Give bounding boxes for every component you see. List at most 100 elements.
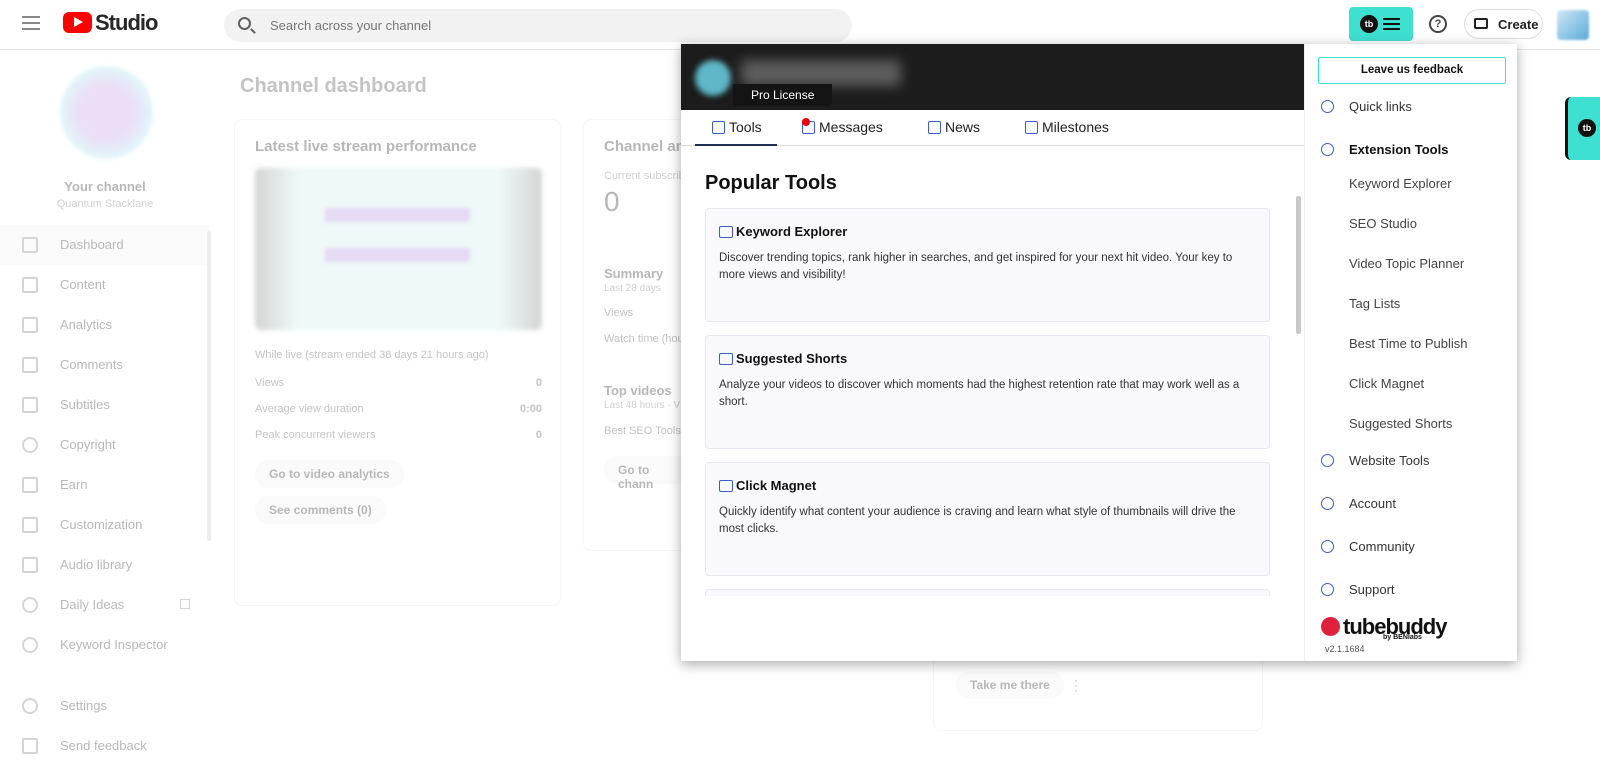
sidebar-item-label: Send feedback xyxy=(60,738,147,753)
account-avatar[interactable] xyxy=(1557,10,1589,40)
stat-row: Views 0 xyxy=(255,377,542,389)
subs-label: Current subscrib xyxy=(604,170,685,182)
section-heading: Popular Tools xyxy=(705,172,837,194)
menu-label: Community xyxy=(1349,539,1415,554)
search-icon[interactable] xyxy=(238,17,251,30)
sidebar-item-copyright[interactable]: Copyright xyxy=(0,425,210,465)
popup-menu: Leave us feedback Quick links Extension … xyxy=(1304,44,1517,661)
tool-description: Quickly identify what content your audie… xyxy=(719,506,1236,535)
search-bar[interactable] xyxy=(224,9,852,42)
menu-label: Extension Tools xyxy=(1349,142,1449,157)
sidebar-item-label: Earn xyxy=(60,477,88,492)
go-to-channel-analytics-button[interactable]: Go to chann xyxy=(604,456,693,491)
copyright-icon xyxy=(22,437,38,453)
studio-brand[interactable]: Studio xyxy=(95,10,158,36)
video-plus-icon xyxy=(1474,18,1488,29)
tool-card-keyword-explorer[interactable]: Keyword Explorer Discover trending topic… xyxy=(705,208,1270,322)
sidebar-item-keyword-inspector[interactable]: Keyword Inspector xyxy=(0,625,210,665)
tab-milestones[interactable]: Milestones xyxy=(1025,110,1115,146)
stat-value: 0 xyxy=(535,429,542,441)
channel-name: Quantum Stacklane xyxy=(56,198,154,210)
popup-scrollbar[interactable] xyxy=(1296,196,1301,334)
create-button[interactable]: Create xyxy=(1464,9,1543,39)
telescope-icon xyxy=(719,226,733,238)
shorts-icon xyxy=(719,353,733,365)
stat-label: Views xyxy=(255,377,285,389)
menu-tool-suggested-shorts[interactable]: Suggested Shorts xyxy=(1349,416,1452,431)
sidebar-item-label: Content xyxy=(60,277,106,292)
sidebar-item-analytics[interactable]: Analytics xyxy=(0,305,210,345)
channel-avatar xyxy=(695,60,731,96)
menu-tool-tag-lists[interactable]: Tag Lists xyxy=(1349,296,1400,311)
sidebar-item-settings[interactable]: Settings xyxy=(0,686,210,726)
tab-messages[interactable]: Messages xyxy=(802,110,892,146)
take-me-there-button[interactable]: Take me there xyxy=(956,671,1064,699)
menu-tool-best-time-to-publish[interactable]: Best Time to Publish xyxy=(1349,336,1468,351)
sidebar-item-dashboard[interactable]: Dashboard xyxy=(0,225,210,265)
tool-description: Analyze your videos to discover which mo… xyxy=(719,379,1240,408)
sidebar-item-label: Audio library xyxy=(60,557,133,572)
help-icon[interactable]: ? xyxy=(1429,15,1447,33)
channel-name-blurred xyxy=(741,60,901,86)
sidebar-item-daily-ideas[interactable]: Daily Ideas xyxy=(0,585,210,625)
tubebuddy-logo-icon: tb xyxy=(1578,119,1596,137)
tool-title: Click Magnet xyxy=(736,478,817,493)
summary-sub: Last 28 days xyxy=(604,283,661,294)
youtube-logo-icon[interactable] xyxy=(63,12,92,33)
community-icon xyxy=(1321,540,1334,553)
stat-row: Average view duration 0:00 xyxy=(255,403,542,415)
menu-label: Support xyxy=(1349,582,1395,597)
top-bar: Studio tb ? Create xyxy=(0,0,1600,50)
top-videos-sub: Last 48 hours · V xyxy=(604,400,681,411)
live-stream-card: Latest live stream performance While liv… xyxy=(234,119,561,606)
menu-tool-seo-studio[interactable]: SEO Studio xyxy=(1349,216,1417,231)
sidebar-item-label: Comments xyxy=(60,357,123,372)
tool-card-partial[interactable] xyxy=(705,589,1270,596)
popup-header: Pro License xyxy=(681,44,1304,110)
version-label: v2.1.1684 xyxy=(1325,644,1365,654)
tab-label: News xyxy=(945,119,981,135)
sidebar-item-send-feedback[interactable]: Send feedback xyxy=(0,726,210,766)
search-input[interactable] xyxy=(270,9,830,42)
menu-label: Account xyxy=(1349,496,1396,511)
sidebar-item-comments[interactable]: Comments xyxy=(0,345,210,385)
subs-value: 0 xyxy=(604,186,620,217)
top-video-title[interactable]: Best SEO Tools xyxy=(604,425,681,437)
tubebuddy-menu-button[interactable]: tb xyxy=(1349,7,1413,41)
tubebuddy-circle-icon xyxy=(1321,617,1340,636)
menu-icon[interactable] xyxy=(22,16,40,30)
card-title: Channel an xyxy=(604,138,685,155)
tool-card-click-magnet[interactable]: Click Magnet Quickly identify what conte… xyxy=(705,462,1270,576)
sidebar-item-content[interactable]: Content xyxy=(0,265,210,305)
sidebar-item-label: Daily Ideas xyxy=(60,597,125,612)
stat-value: 0:00 xyxy=(519,403,542,415)
earn-icon xyxy=(22,477,38,493)
dashboard-icon xyxy=(22,237,38,253)
menu-label: Website Tools xyxy=(1349,453,1430,468)
customization-icon xyxy=(22,517,38,533)
sidebar-item-customization[interactable]: Customization xyxy=(0,505,210,545)
go-to-video-analytics-button[interactable]: Go to video analytics xyxy=(255,460,404,488)
sidebar-item-label: Dashboard xyxy=(60,237,124,252)
menu-tool-click-magnet[interactable]: Click Magnet xyxy=(1349,376,1424,391)
menu-tool-video-topic-planner[interactable]: Video Topic Planner xyxy=(1349,256,1464,271)
menu-tool-keyword-explorer[interactable]: Keyword Explorer xyxy=(1349,176,1452,191)
link-icon xyxy=(1321,100,1334,113)
stream-thumbnail[interactable] xyxy=(255,168,542,330)
leave-feedback-button[interactable]: Leave us feedback xyxy=(1318,57,1506,84)
more-options-icon[interactable]: ⋮ xyxy=(1069,677,1083,694)
sidebar-item-audio-library[interactable]: Audio library xyxy=(0,545,210,585)
tubebuddy-side-tab[interactable]: tb xyxy=(1565,97,1600,160)
tool-card-suggested-shorts[interactable]: Suggested Shorts Analyze your videos to … xyxy=(705,335,1270,449)
tubebuddy-logo-icon: tb xyxy=(1360,15,1378,33)
globe-icon xyxy=(1321,454,1334,467)
sidebar-item-label: Analytics xyxy=(60,317,113,332)
see-comments-button[interactable]: See comments (0) xyxy=(255,496,386,524)
sidebar-item-earn[interactable]: Earn xyxy=(0,465,210,505)
stat-value: 0 xyxy=(535,377,542,389)
tab-news[interactable]: News xyxy=(928,110,988,146)
sidebar-item-subtitles[interactable]: Subtitles xyxy=(0,385,210,425)
channel-avatar[interactable] xyxy=(60,66,153,159)
tab-tools[interactable]: Tools xyxy=(695,110,777,146)
magnet-icon xyxy=(719,480,733,492)
